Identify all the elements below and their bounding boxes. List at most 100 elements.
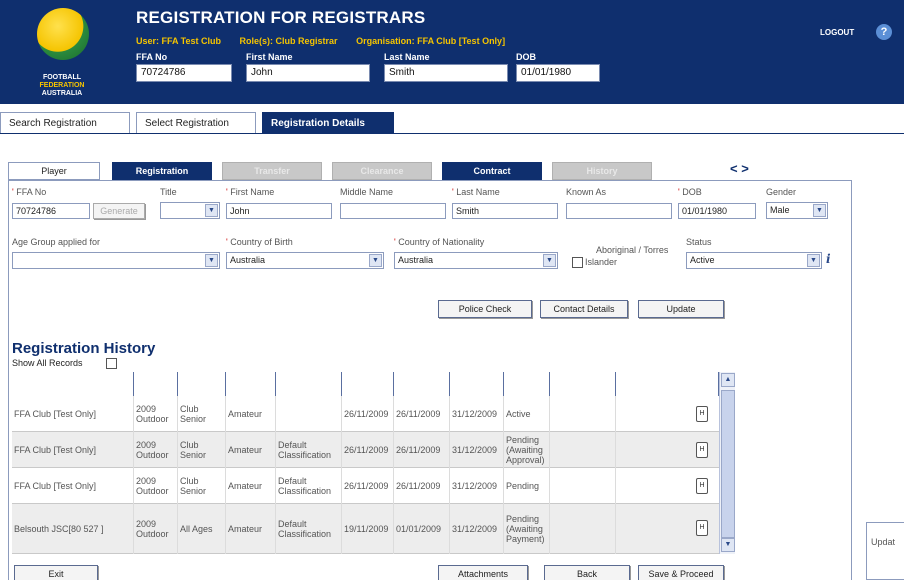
tab-scroll-arrows[interactable]: < > [730,161,749,176]
contact-details-button[interactable]: Contact Details [540,300,628,318]
subtab-history[interactable]: History [552,162,652,180]
cell-program: Club Senior [178,468,226,504]
col-eligible[interactable]: Eligible [394,372,450,396]
middle-name-input[interactable] [340,203,446,219]
cell-player-status: Amateur [226,396,276,432]
subtab-registration[interactable]: Registration [112,162,212,180]
gender-select[interactable]: Male ▼ [766,202,828,219]
subtab-transfer[interactable]: Transfer [222,162,322,180]
cell-expiry: 31/12/2009 [450,468,504,504]
info-icon[interactable]: i [826,252,831,266]
side-update-panel: Updat [866,522,904,580]
back-button[interactable]: Back [544,565,630,580]
subtab-contract[interactable]: Contract [442,162,542,180]
aboriginal-label: Aboriginal / Torres [596,245,669,255]
chevron-down-icon: ▼ [205,254,218,267]
cell-cancelled [550,504,616,554]
cell-program: All Ages [178,504,226,554]
generate-button[interactable]: Generate [93,203,145,219]
cell-cancelled [550,432,616,468]
col-cancelled[interactable]: Cancelled [550,372,616,396]
police-check-button[interactable]: Police Check [438,300,532,318]
col-club-name[interactable]: Club Name [12,372,134,396]
cell-program: Club Senior [178,396,226,432]
tab-select-registration[interactable]: Select Registration [136,112,256,134]
exit-button[interactable]: Exit [14,565,98,580]
history-row-button[interactable]: H [696,406,708,422]
attachments-button[interactable]: Attachments [438,565,528,580]
gender-label: Gender [766,187,797,197]
logo-line2: FEDERATION [39,82,85,89]
history-row-button[interactable]: H [696,442,708,458]
chevron-down-icon: ▼ [543,254,556,267]
age-group-label: Age Group applied for [12,237,101,247]
cell-ffa-use: Default Classification [276,504,342,554]
aboriginal-checkbox[interactable] [572,257,583,268]
col-status[interactable]: Status [504,372,550,396]
update-button[interactable]: Update [638,300,724,318]
cell-club-name: Belsouth JSC[80 527 ] [12,504,134,554]
cell-club-name: FFA Club [Test Only] [12,396,134,432]
cell-received: 19/11/2009 [342,504,394,554]
logout-link[interactable]: LOGOUT [820,28,854,37]
ffa-logo: FOOTBALL FEDERATION AUSTRALIA [20,6,104,102]
status-select[interactable]: Active ▼ [686,252,822,269]
show-all-records-label: Show All Records [12,358,83,368]
cell-status: Active [504,396,550,432]
tab-search-registration[interactable]: Search Registration [0,112,130,134]
header-last-name-field[interactable]: Smith [384,64,508,82]
cell-eligible: 01/01/2009 [394,504,450,554]
logo-line1: FOOTBALL [42,74,82,81]
table-row[interactable]: FFA Club [Test Only] 2009 Outdoor Club S… [12,432,719,468]
registration-history-title: Registration History [12,340,156,357]
col-program[interactable]: Program [178,372,226,396]
title-select[interactable]: ▼ [160,202,220,219]
subtab-player[interactable]: Player [8,162,100,180]
last-name-input[interactable]: Smith [452,203,558,219]
cell-club-name: FFA Club [Test Only] [12,468,134,504]
cell-ffa-use: Default Classification [276,468,342,504]
help-icon[interactable]: ? [876,24,892,40]
history-row-button[interactable]: H [696,520,708,536]
table-scrollbar[interactable]: ▲ ▼ [719,372,735,554]
country-of-birth-select[interactable]: Australia ▼ [226,252,384,269]
dob-input[interactable]: 01/01/1980 [678,203,756,219]
col-player-status[interactable]: Player Status [226,372,276,396]
cell-cancelled [550,396,616,432]
header-ffa-no-field[interactable]: 70724786 [136,64,232,82]
first-name-input[interactable]: John [226,203,332,219]
history-row-button[interactable]: H [696,478,708,494]
col-ffa-use[interactable]: FFA Use [276,372,342,396]
age-group-select[interactable]: ▼ [12,252,220,269]
logo-text: FOOTBALL FEDERATION AUSTRALIA [20,74,104,98]
tab-registration-details[interactable]: Registration Details [262,112,394,134]
country-of-nationality-select[interactable]: Australia ▼ [394,252,558,269]
scroll-up-icon[interactable]: ▲ [721,373,735,387]
table-row[interactable]: Belsouth JSC[80 527 ] 2009 Outdoor All A… [12,504,719,554]
header-first-name-field[interactable]: John [246,64,370,82]
cell-cancelled [550,468,616,504]
show-all-records-checkbox[interactable] [106,358,117,369]
col-season[interactable]: Season [134,372,178,396]
scroll-thumb[interactable] [721,390,735,538]
chevron-down-icon: ▼ [807,254,820,267]
table-row[interactable]: FFA Club [Test Only] 2009 Outdoor Club S… [12,396,719,432]
header-last-name-label: Last Name [384,52,430,62]
cell-expiry: 31/12/2009 [450,432,504,468]
header-dob-field[interactable]: 01/01/1980 [516,64,600,82]
table-row[interactable]: FFA Club [Test Only] 2009 Outdoor Club S… [12,468,719,504]
app-header: FOOTBALL FEDERATION AUSTRALIA REGISTRATI… [0,0,904,104]
col-received[interactable]: Received [342,372,394,396]
known-as-input[interactable] [566,203,672,219]
tab-divider [0,133,904,134]
chevron-down-icon: ▼ [813,204,826,217]
country-of-nationality-label: ' Country of Nationality [394,237,485,247]
subtab-clearance[interactable]: Clearance [332,162,432,180]
middle-name-label: Middle Name [340,187,394,197]
logo-line3: AUSTRALIA [41,90,83,97]
ffa-no-input[interactable]: 70724786 [12,203,90,219]
col-expiry[interactable]: Expiry [450,372,504,396]
save-proceed-button[interactable]: Save & Proceed [638,565,724,580]
cell-received: 26/11/2009 [342,396,394,432]
scroll-down-icon[interactable]: ▼ [721,538,735,552]
